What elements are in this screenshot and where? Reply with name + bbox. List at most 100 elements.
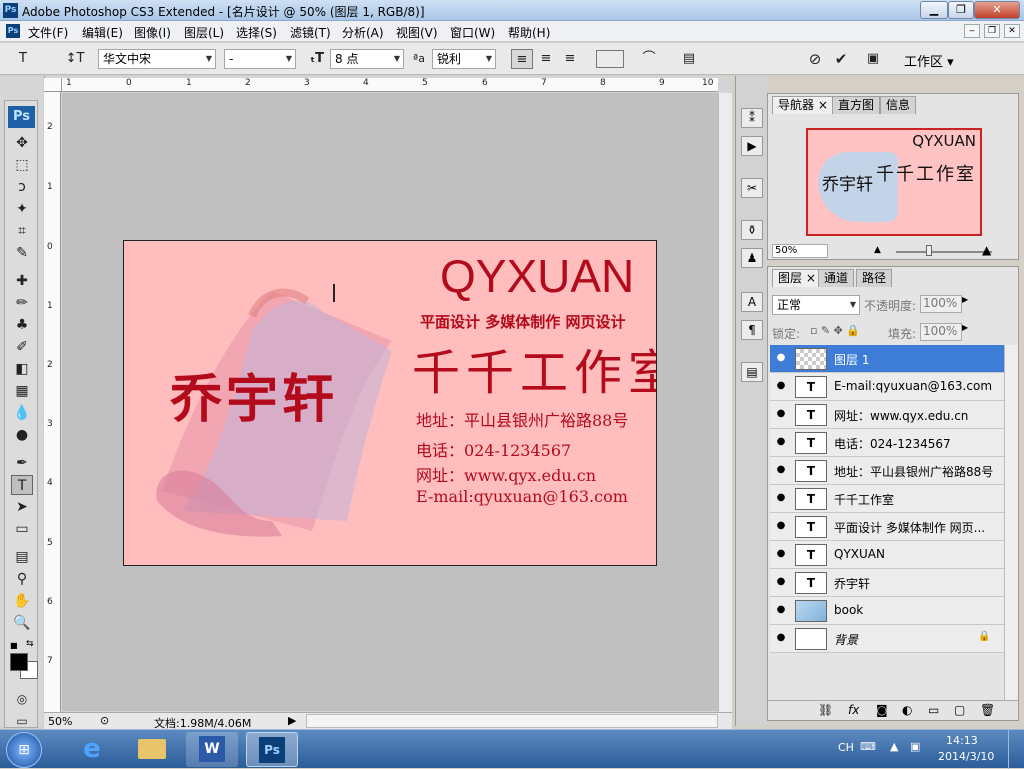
layer-row[interactable]: ● T 网址：www.qyx.edu.cn <box>770 401 1004 429</box>
clone-source-icon[interactable]: ⚱ <box>741 220 763 240</box>
visibility-eye-icon[interactable]: ● <box>774 604 788 616</box>
layers-scrollbar[interactable] <box>1004 345 1018 700</box>
menu-file[interactable]: 文件(F) <box>28 24 68 41</box>
shape-tool-icon[interactable]: ▭ <box>11 519 33 539</box>
foreground-color-swatch[interactable] <box>10 653 28 671</box>
zoom-in-icon[interactable]: ▲ <box>982 243 991 257</box>
fill-input[interactable]: 100% <box>920 323 962 341</box>
navigator-preview[interactable]: QYXUAN 千千工作室 乔宇轩 <box>806 128 982 236</box>
delete-layer-icon[interactable]: 🗑 <box>980 703 995 717</box>
visibility-eye-icon[interactable]: ● <box>774 492 788 504</box>
new-group-icon[interactable]: ▭ <box>928 703 939 717</box>
fx-icon[interactable]: fx <box>848 703 859 717</box>
visibility-eye-icon[interactable]: ● <box>774 436 788 448</box>
keyboard-icon[interactable]: ⌨ <box>860 740 876 753</box>
show-desktop-button[interactable] <box>1008 730 1024 769</box>
menu-select[interactable]: 选择(S) <box>236 24 277 41</box>
visibility-eye-icon[interactable]: ● <box>774 408 788 420</box>
layer-comps-icon[interactable]: ▤ <box>741 362 763 382</box>
blur-tool-icon[interactable]: 💧 <box>11 403 33 423</box>
card-brand[interactable]: QYXUAN <box>440 249 634 303</box>
layer-row[interactable]: ● T 地址：平山县银州广裕路88号 <box>770 457 1004 485</box>
font-size-select[interactable]: 8 点 ▼ <box>330 49 404 69</box>
warp-text-icon[interactable]: ⌒ <box>638 49 660 69</box>
align-left-icon[interactable]: ≡ <box>511 49 533 69</box>
blend-mode-select[interactable]: 正常 ▼ <box>772 295 860 315</box>
business-card-canvas[interactable]: QYXUAN 平面设计 多媒体制作 网页设计 千千工作室 乔宇轩 地址：平山县银… <box>123 240 657 566</box>
notes-tool-icon[interactable]: ▤ <box>11 547 33 567</box>
status-menu-icon[interactable]: ⊙ <box>100 714 109 727</box>
brush-tool-icon[interactable]: ✏ <box>11 293 33 313</box>
photoshop-taskbar-icon[interactable]: Ps <box>246 732 298 767</box>
visibility-eye-icon[interactable]: ● <box>774 548 788 560</box>
character-panel-icon[interactable]: ▤ <box>678 49 700 69</box>
paragraph-panel-icon[interactable]: ¶ <box>741 320 763 340</box>
menu-analysis[interactable]: 分析(A) <box>342 24 384 41</box>
tab-layers[interactable]: 图层 × <box>772 269 822 287</box>
opacity-input[interactable]: 100% <box>920 295 962 313</box>
default-colors-icon[interactable]: ■ <box>10 641 20 651</box>
tab-histogram[interactable]: 直方图 <box>832 96 881 114</box>
align-center-icon[interactable]: ≡ <box>535 49 557 69</box>
commit-edit-icon[interactable]: ✔ <box>830 49 852 69</box>
workspace-menu[interactable]: 工作区 ▾ <box>904 51 954 70</box>
layer-row[interactable]: ● T 千千工作室 <box>770 485 1004 513</box>
vertical-ruler[interactable]: 2 1 0 1 2 3 4 5 6 7 <box>44 92 61 712</box>
text-orientation-icon[interactable]: ↕T <box>64 49 86 69</box>
gradient-tool-icon[interactable]: ▦ <box>11 381 33 401</box>
horizontal-scrollbar[interactable] <box>306 714 718 728</box>
eyedropper-tool-icon[interactable]: ⚲ <box>11 569 33 589</box>
word-taskbar-icon[interactable]: W <box>186 732 238 767</box>
menu-help[interactable]: 帮助(H) <box>508 24 550 41</box>
menu-view[interactable]: 视图(V) <box>396 24 438 41</box>
align-right-icon[interactable]: ≡ <box>559 49 581 69</box>
layer-row[interactable]: ● 背景 🔒 <box>770 625 1004 653</box>
card-studio[interactable]: 千千工作室 <box>412 333 656 403</box>
minimize-button[interactable]: ▁ <box>920 1 948 19</box>
opacity-arrow-icon[interactable]: ▶ <box>962 295 968 304</box>
menu-layer[interactable]: 图层(L) <box>184 24 224 41</box>
magic-wand-tool-icon[interactable]: ✦ <box>11 199 33 219</box>
quick-mask-icon[interactable]: ◎ <box>11 689 33 709</box>
visibility-eye-icon[interactable]: ● <box>774 576 788 588</box>
zoom-level[interactable]: 50% <box>48 715 72 728</box>
brushes-panel-icon[interactable]: ⁑ <box>741 108 763 128</box>
menu-image[interactable]: 图像(I) <box>134 24 171 41</box>
font-family-select[interactable]: 华文中宋 ▼ <box>98 49 216 69</box>
layer-row[interactable]: ● 图层 1 <box>770 345 1004 373</box>
actions-panel-icon[interactable]: ▶ <box>741 136 763 156</box>
card-slogan[interactable]: 平面设计 多媒体制作 网页设计 <box>420 311 625 332</box>
input-language[interactable]: CH <box>838 741 854 754</box>
menu-filter[interactable]: 滤镜(T) <box>290 24 331 41</box>
swap-colors-icon[interactable]: ⇆ <box>26 639 36 649</box>
visibility-eye-icon[interactable]: ● <box>774 464 788 476</box>
visibility-eye-icon[interactable]: ● <box>774 380 788 392</box>
history-brush-tool-icon[interactable]: ✐ <box>11 337 33 357</box>
bridge-icon[interactable]: ▣ <box>862 49 884 69</box>
tray-arrow-icon[interactable]: ▲ <box>890 740 898 753</box>
card-email[interactable]: E-mail:qyuxuan@163.com <box>416 487 628 506</box>
tab-navigator[interactable]: 导航器 × <box>772 96 834 114</box>
tool-presets-icon[interactable]: ✂ <box>741 178 763 198</box>
text-color-swatch[interactable] <box>596 50 624 68</box>
explorer-taskbar-icon[interactable] <box>126 732 178 767</box>
healing-brush-tool-icon[interactable]: ✚ <box>11 271 33 291</box>
screen-mode-icon[interactable]: ▭ <box>11 711 33 731</box>
cancel-edit-icon[interactable]: ⊘ <box>804 49 826 69</box>
slice-tool-icon[interactable]: ✎ <box>11 243 33 263</box>
adjustment-layer-icon[interactable]: ◐ <box>902 703 912 717</box>
status-arrow-icon[interactable]: ▶ <box>288 714 296 727</box>
doc-close-button[interactable]: ✕ <box>1004 24 1020 38</box>
fill-arrow-icon[interactable]: ▶ <box>962 323 968 332</box>
pen-tool-icon[interactable]: ✒ <box>11 453 33 473</box>
zoom-slider-thumb[interactable] <box>926 245 932 256</box>
layer-row[interactable]: ● T QYXUAN <box>770 541 1004 569</box>
clone-stamp-tool-icon[interactable]: ♣ <box>11 315 33 335</box>
document-icon[interactable]: Ps <box>6 24 20 38</box>
close-button[interactable]: ✕ <box>974 1 1020 19</box>
card-person-name[interactable]: 乔宇轩 <box>170 357 338 432</box>
marquee-tool-icon[interactable]: ⬚ <box>11 155 33 175</box>
horizontal-ruler[interactable]: 1 0 1 2 3 4 5 6 7 8 9 10 <box>62 78 718 92</box>
new-layer-icon[interactable]: ▢ <box>954 703 965 717</box>
ie-taskbar-icon[interactable]: e <box>66 732 118 767</box>
